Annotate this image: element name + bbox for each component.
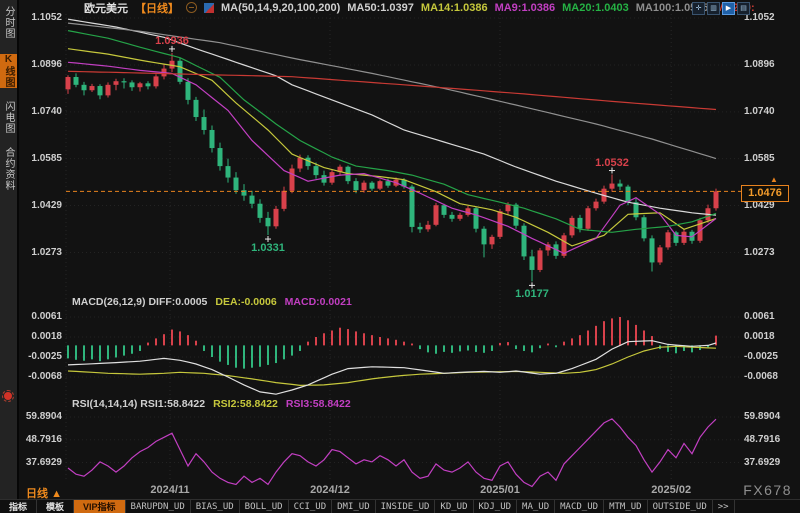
rsi-header-label: RSI(14,14,14) RSI1:58.8422 xyxy=(72,398,206,410)
macd-header-label: MACD(26,12,9) DIFF:0.0005 xyxy=(72,296,208,308)
price-annotation: 1.0936 xyxy=(155,34,189,47)
indicator-tab[interactable]: DMI_UD xyxy=(332,500,376,513)
price-annotation: 1.0177 xyxy=(515,288,549,301)
indicator-tab[interactable]: INSIDE_UD xyxy=(376,500,436,513)
chart-canvas[interactable] xyxy=(0,0,800,513)
rsi-header-label: RSI2:58.8422 xyxy=(213,398,278,410)
ma-value-label: MA(50,14,9,20,100,200) xyxy=(221,1,341,14)
current-price-tag: 1.0476 xyxy=(741,185,789,202)
symbol-title: 欧元美元 xyxy=(84,2,128,15)
rsi-header-label: RSI3:58.8422 xyxy=(285,398,351,410)
indicator-tab[interactable]: MTM_UD xyxy=(604,500,648,513)
price-annotation: 1.0532 xyxy=(595,156,629,169)
macd-header-label: DEA:-0.0006 xyxy=(215,296,277,308)
indicator-tab[interactable]: BOLL_UD xyxy=(240,500,289,513)
collapse-circle-icon[interactable] xyxy=(186,2,197,13)
bottom-indicator-toolbar: 指标 模板 VIP指标 BARUPDN_UD BIAS_UD BOLL_UD CCI_UD D… xyxy=(0,499,800,513)
indicator-tab[interactable]: BIAS_UD xyxy=(191,500,240,513)
ma-values: MA(50,14,9,20,100,200) MA50:1.0397 MA14:1.… xyxy=(221,2,755,14)
chart-header: 欧元美元 【日线】 MA(50,14,9,20,100,200) MA50:1.0… xyxy=(84,1,755,15)
export-chart-icon[interactable]: ▤ xyxy=(737,2,750,15)
line-style-icon[interactable]: ▶ xyxy=(722,2,735,15)
ma-value-label: MA50:1.0397 xyxy=(347,1,414,14)
rsi-header: RSI(14,14,14) RSI1:58.8422 RSI2:58.8422 RS… xyxy=(72,398,351,410)
period-tag: 【日线】 xyxy=(135,2,179,15)
indicator-tab[interactable]: CCI_UD xyxy=(289,500,333,513)
ma-value-label: MA9:1.0386 xyxy=(494,1,556,14)
chart-toolbar-icons: ✛ ▥ ▶ ▤ xyxy=(692,2,750,15)
indicator-tab[interactable]: MA_UD xyxy=(517,500,556,513)
time-axis-label: 2024/11 xyxy=(150,484,190,496)
indicator-tab[interactable]: VIP指标 xyxy=(74,500,126,513)
candle-style-icon[interactable]: ▥ xyxy=(707,2,720,15)
indicator-tab[interactable]: OUTSIDE_UD xyxy=(648,500,713,513)
indicator-tab[interactable]: >> xyxy=(713,500,735,513)
chart-application: 分时图 K线图 闪电图 合约资料 欧元美元 【日线】 MA(50,14,9,20,10… xyxy=(0,0,800,513)
macd-header-label: MACD:0.0021 xyxy=(284,296,352,308)
indicator-tab[interactable]: 指标 xyxy=(0,500,38,513)
indicator-logo-icon[interactable] xyxy=(204,2,214,13)
ma-value-label: MA20:1.0403 xyxy=(562,1,629,14)
indicator-tab[interactable]: 模板 xyxy=(37,500,75,513)
time-axis-label: 2025/01 xyxy=(480,484,520,496)
indicator-tab[interactable]: MACD_UD xyxy=(555,500,605,513)
price-annotation: 1.0331 xyxy=(251,242,285,255)
macd-header: MACD(26,12,9) DIFF:0.0005 DEA:-0.0006 MACD… xyxy=(72,296,352,308)
indicator-tab[interactable]: KD_UD xyxy=(435,500,474,513)
watermark: FX678 xyxy=(743,482,792,498)
ma-value-label: MA14:1.0386 xyxy=(420,1,488,14)
indicator-tab[interactable]: KDJ_UD xyxy=(474,500,518,513)
crosshair-icon[interactable]: ✛ xyxy=(692,2,705,15)
indicator-tab[interactable]: BARUPDN_UD xyxy=(126,500,191,513)
time-axis-label: 2025/02 xyxy=(651,484,692,496)
price-up-arrow-icon: ▲ xyxy=(770,175,778,184)
time-axis-label: 2024/12 xyxy=(310,484,350,496)
